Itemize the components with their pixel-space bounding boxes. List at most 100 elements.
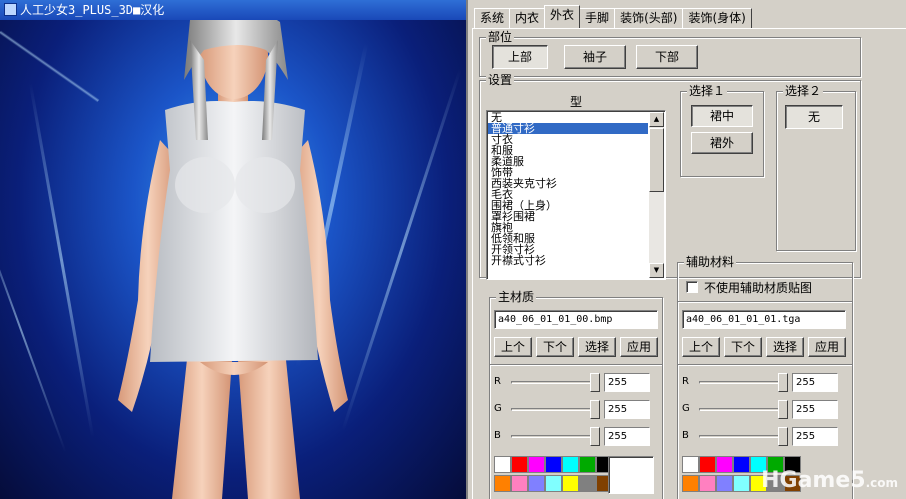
main-color-swatch[interactable] bbox=[562, 475, 579, 492]
aux-g-value[interactable]: 255 bbox=[792, 400, 838, 419]
aux-r-value[interactable]: 255 bbox=[792, 373, 838, 392]
main-color-swatch[interactable] bbox=[545, 475, 562, 492]
main-prev-button[interactable]: 上个 bbox=[494, 337, 532, 357]
main-color-palette bbox=[494, 456, 613, 494]
main-material-group: 主材质 a40_06_01_01_00.bmp 上个 下个 选择 应用 R 25… bbox=[489, 290, 663, 499]
aux-color-swatch[interactable] bbox=[733, 475, 750, 492]
channel-label: G bbox=[682, 403, 690, 414]
type-list-items: 无普通寸衫 寸衣 和服 柔道服 饰带 西装夹克寸衫 毛衣 围裙（上身） 罩衫围裙 旗袍 低领和服 开领… bbox=[488, 112, 648, 266]
aux-g-track[interactable] bbox=[699, 408, 783, 411]
choice2-group-label: 选择２ bbox=[783, 84, 824, 98]
tab-outerwear[interactable]: 外衣 bbox=[544, 5, 581, 28]
tab-hands-feet[interactable]: 手脚 bbox=[579, 8, 616, 28]
aux-select-button[interactable]: 选择 bbox=[766, 337, 804, 357]
aux-color-swatch[interactable] bbox=[733, 456, 750, 473]
part-group-label: 部位 bbox=[486, 30, 515, 44]
part-group: 部位 上部 袖子 下部 bbox=[479, 30, 861, 77]
main-next-button[interactable]: 下个 bbox=[536, 337, 574, 357]
choice2-none-button[interactable]: 无 bbox=[785, 105, 843, 129]
aux-color-swatch[interactable] bbox=[716, 456, 733, 473]
aux-r-thumb[interactable] bbox=[778, 373, 788, 392]
aux-prev-button[interactable]: 上个 bbox=[682, 337, 720, 357]
divider bbox=[490, 364, 662, 366]
main-color-swatch[interactable] bbox=[579, 456, 596, 473]
main-apply-button[interactable]: 应用 bbox=[620, 337, 658, 357]
main-color-swatch[interactable] bbox=[528, 475, 545, 492]
main-g-thumb[interactable] bbox=[590, 400, 600, 419]
aux-material-group-label: 辅助材料 bbox=[684, 255, 737, 269]
aux-b-track[interactable] bbox=[699, 435, 783, 438]
aux-g-thumb[interactable] bbox=[778, 400, 788, 419]
choice1-group-label: 选择１ bbox=[687, 84, 728, 98]
tab-accessory-head[interactable]: 装饰(头部) bbox=[614, 8, 684, 28]
aux-color-swatch[interactable] bbox=[699, 475, 716, 492]
character-model bbox=[118, 5, 348, 499]
channel-label: B bbox=[682, 430, 689, 441]
main-r-thumb[interactable] bbox=[590, 373, 600, 392]
list-item[interactable]: 开襟式寸衫 bbox=[488, 255, 648, 266]
aux-apply-button[interactable]: 应用 bbox=[808, 337, 846, 357]
main-color-swatch[interactable] bbox=[511, 475, 528, 492]
aux-disable-checkbox[interactable] bbox=[686, 281, 698, 293]
aux-b-thumb[interactable] bbox=[778, 427, 788, 446]
main-g-track[interactable] bbox=[511, 408, 595, 411]
main-g-value[interactable]: 255 bbox=[604, 400, 650, 419]
type-header: 型 bbox=[569, 95, 582, 109]
choice1-out-skirt-button[interactable]: 裙外 bbox=[691, 132, 753, 154]
aux-b-value[interactable]: 255 bbox=[792, 427, 838, 446]
aux-r-track[interactable] bbox=[699, 381, 783, 384]
main-b-value[interactable]: 255 bbox=[604, 427, 650, 446]
aux-material-file-input[interactable]: a40_06_01_01_01.tga bbox=[682, 310, 846, 329]
type-list-scrollbar[interactable]: ▲ ▼ bbox=[649, 112, 664, 278]
tab-content: 部位 上部 袖子 下部 设置 型 无普通寸衫 寸衣 和服 柔道服 饰带 西装夹克寸衫 毛衣围… bbox=[472, 28, 906, 499]
main-b-track[interactable] bbox=[511, 435, 595, 438]
main-material-file-input[interactable]: a40_06_01_01_00.bmp bbox=[494, 310, 658, 329]
aux-disable-label: 不使用辅助材质贴图 bbox=[704, 281, 813, 295]
settings-group: 设置 型 无普通寸衫 寸衣 和服 柔道服 饰带 西装夹克寸衫 毛衣 围裙（上身） 罩衫围裙 旗袍低… bbox=[479, 73, 861, 280]
watermark-brand: HGame5 bbox=[761, 468, 866, 493]
choice1-in-skirt-button[interactable]: 裙中 bbox=[691, 105, 753, 127]
window-titlebar[interactable]: 人工少女3_PLUS_3D■汉化 bbox=[0, 0, 466, 20]
3d-viewport[interactable]: 人工少女3_PLUS_3D■汉化 bbox=[0, 0, 466, 499]
type-list[interactable]: 无普通寸衫 寸衣 和服 柔道服 饰带 西装夹克寸衫 毛衣 围裙（上身） 罩衫围裙 旗袍 低领和服 开领… bbox=[486, 110, 666, 280]
window-title: 人工少女3_PLUS_3D■汉化 bbox=[20, 3, 165, 17]
main-color-swatch[interactable] bbox=[528, 456, 545, 473]
watermark-suffix: .com bbox=[865, 476, 898, 490]
aux-next-button[interactable]: 下个 bbox=[724, 337, 762, 357]
main-select-button[interactable]: 选择 bbox=[578, 337, 616, 357]
aux-color-swatch[interactable] bbox=[682, 456, 699, 473]
main-b-thumb[interactable] bbox=[590, 427, 600, 446]
scroll-down-icon[interactable]: ▼ bbox=[649, 263, 664, 278]
main-r-track[interactable] bbox=[511, 381, 595, 384]
main-r-slider-row: R 255 bbox=[494, 373, 654, 393]
aux-color-swatch[interactable] bbox=[699, 456, 716, 473]
main-color-swatch[interactable] bbox=[511, 456, 528, 473]
main-color-swatch[interactable] bbox=[494, 456, 511, 473]
divider bbox=[678, 301, 852, 303]
editor-panel: 系统 内衣 外衣 手脚 装饰(头部) 装饰(身体) 部位 上部 袖子 下部 设置… bbox=[466, 0, 906, 499]
main-color-swatch[interactable] bbox=[545, 456, 562, 473]
part-sleeves-button[interactable]: 袖子 bbox=[564, 45, 626, 69]
main-color-swatch[interactable] bbox=[494, 475, 511, 492]
tab-accessory-body[interactable]: 装饰(身体) bbox=[682, 8, 752, 28]
tab-underwear[interactable]: 内衣 bbox=[509, 8, 546, 28]
channel-label: R bbox=[682, 376, 689, 387]
channel-label: G bbox=[494, 403, 502, 414]
tab-system[interactable]: 系统 bbox=[474, 8, 511, 28]
aux-b-slider-row: B 255 bbox=[682, 427, 842, 447]
main-color-swatch[interactable] bbox=[579, 475, 596, 492]
settings-group-label: 设置 bbox=[486, 73, 515, 87]
main-color-swatch[interactable] bbox=[562, 456, 579, 473]
aux-material-group: 辅助材料 不使用辅助材质贴图 a40_06_01_01_01.tga 上个 下个… bbox=[677, 255, 853, 499]
main-g-slider-row: G 255 bbox=[494, 400, 654, 420]
divider bbox=[678, 364, 852, 366]
main-r-value[interactable]: 255 bbox=[604, 373, 650, 392]
part-lower-button[interactable]: 下部 bbox=[636, 45, 698, 69]
aux-color-swatch[interactable] bbox=[682, 475, 699, 492]
aux-color-swatch[interactable] bbox=[716, 475, 733, 492]
scroll-thumb[interactable] bbox=[649, 128, 664, 192]
main-material-group-label: 主材质 bbox=[496, 290, 537, 304]
channel-label: R bbox=[494, 376, 501, 387]
scroll-up-icon[interactable]: ▲ bbox=[649, 112, 664, 127]
part-upper-button[interactable]: 上部 bbox=[492, 45, 548, 69]
